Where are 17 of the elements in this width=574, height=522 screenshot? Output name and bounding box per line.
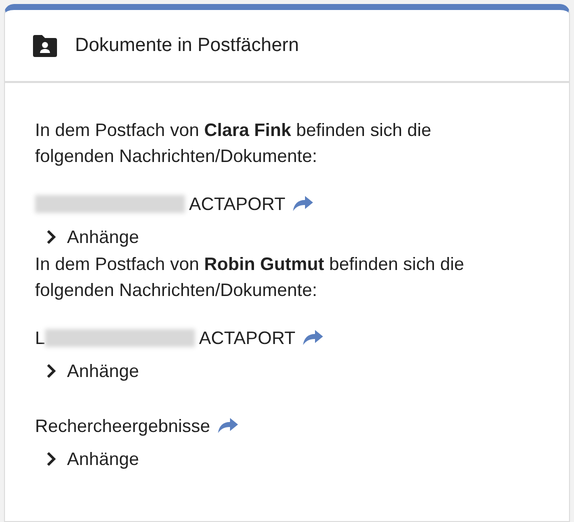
document-title: ACTAPORT [189, 192, 286, 216]
attachments-toggle[interactable]: Anhänge [35, 444, 146, 472]
card-title: Dokumente in Postfächern [75, 34, 299, 58]
share-arrow-icon[interactable] [293, 196, 314, 211]
document-title: Rechercheergebnisse [35, 414, 210, 438]
attachments-toggle[interactable]: Anhänge [35, 222, 146, 250]
document-title-prefix: L [35, 326, 46, 350]
mailbox-intro-text: In dem Postfach von Robin Gutmut befinden sich die folgenden Nachrichten/Dokumente: [35, 252, 466, 302]
chevron-icon [45, 228, 57, 244]
share-arrow-icon[interactable] [303, 330, 324, 345]
chevron-icon [45, 450, 57, 466]
mailbox-intro-text: In dem Postfach von Clara Fink befinden sich die folgenden Nachrichten/Dokumente: [35, 118, 432, 168]
folder-person-icon [33, 35, 57, 58]
document-title: ACTAPORT [199, 326, 296, 350]
attachments-toggle[interactable]: Anhänge [35, 356, 146, 384]
chevron-icon [45, 362, 57, 378]
share-arrow-icon[interactable] [218, 418, 238, 433]
